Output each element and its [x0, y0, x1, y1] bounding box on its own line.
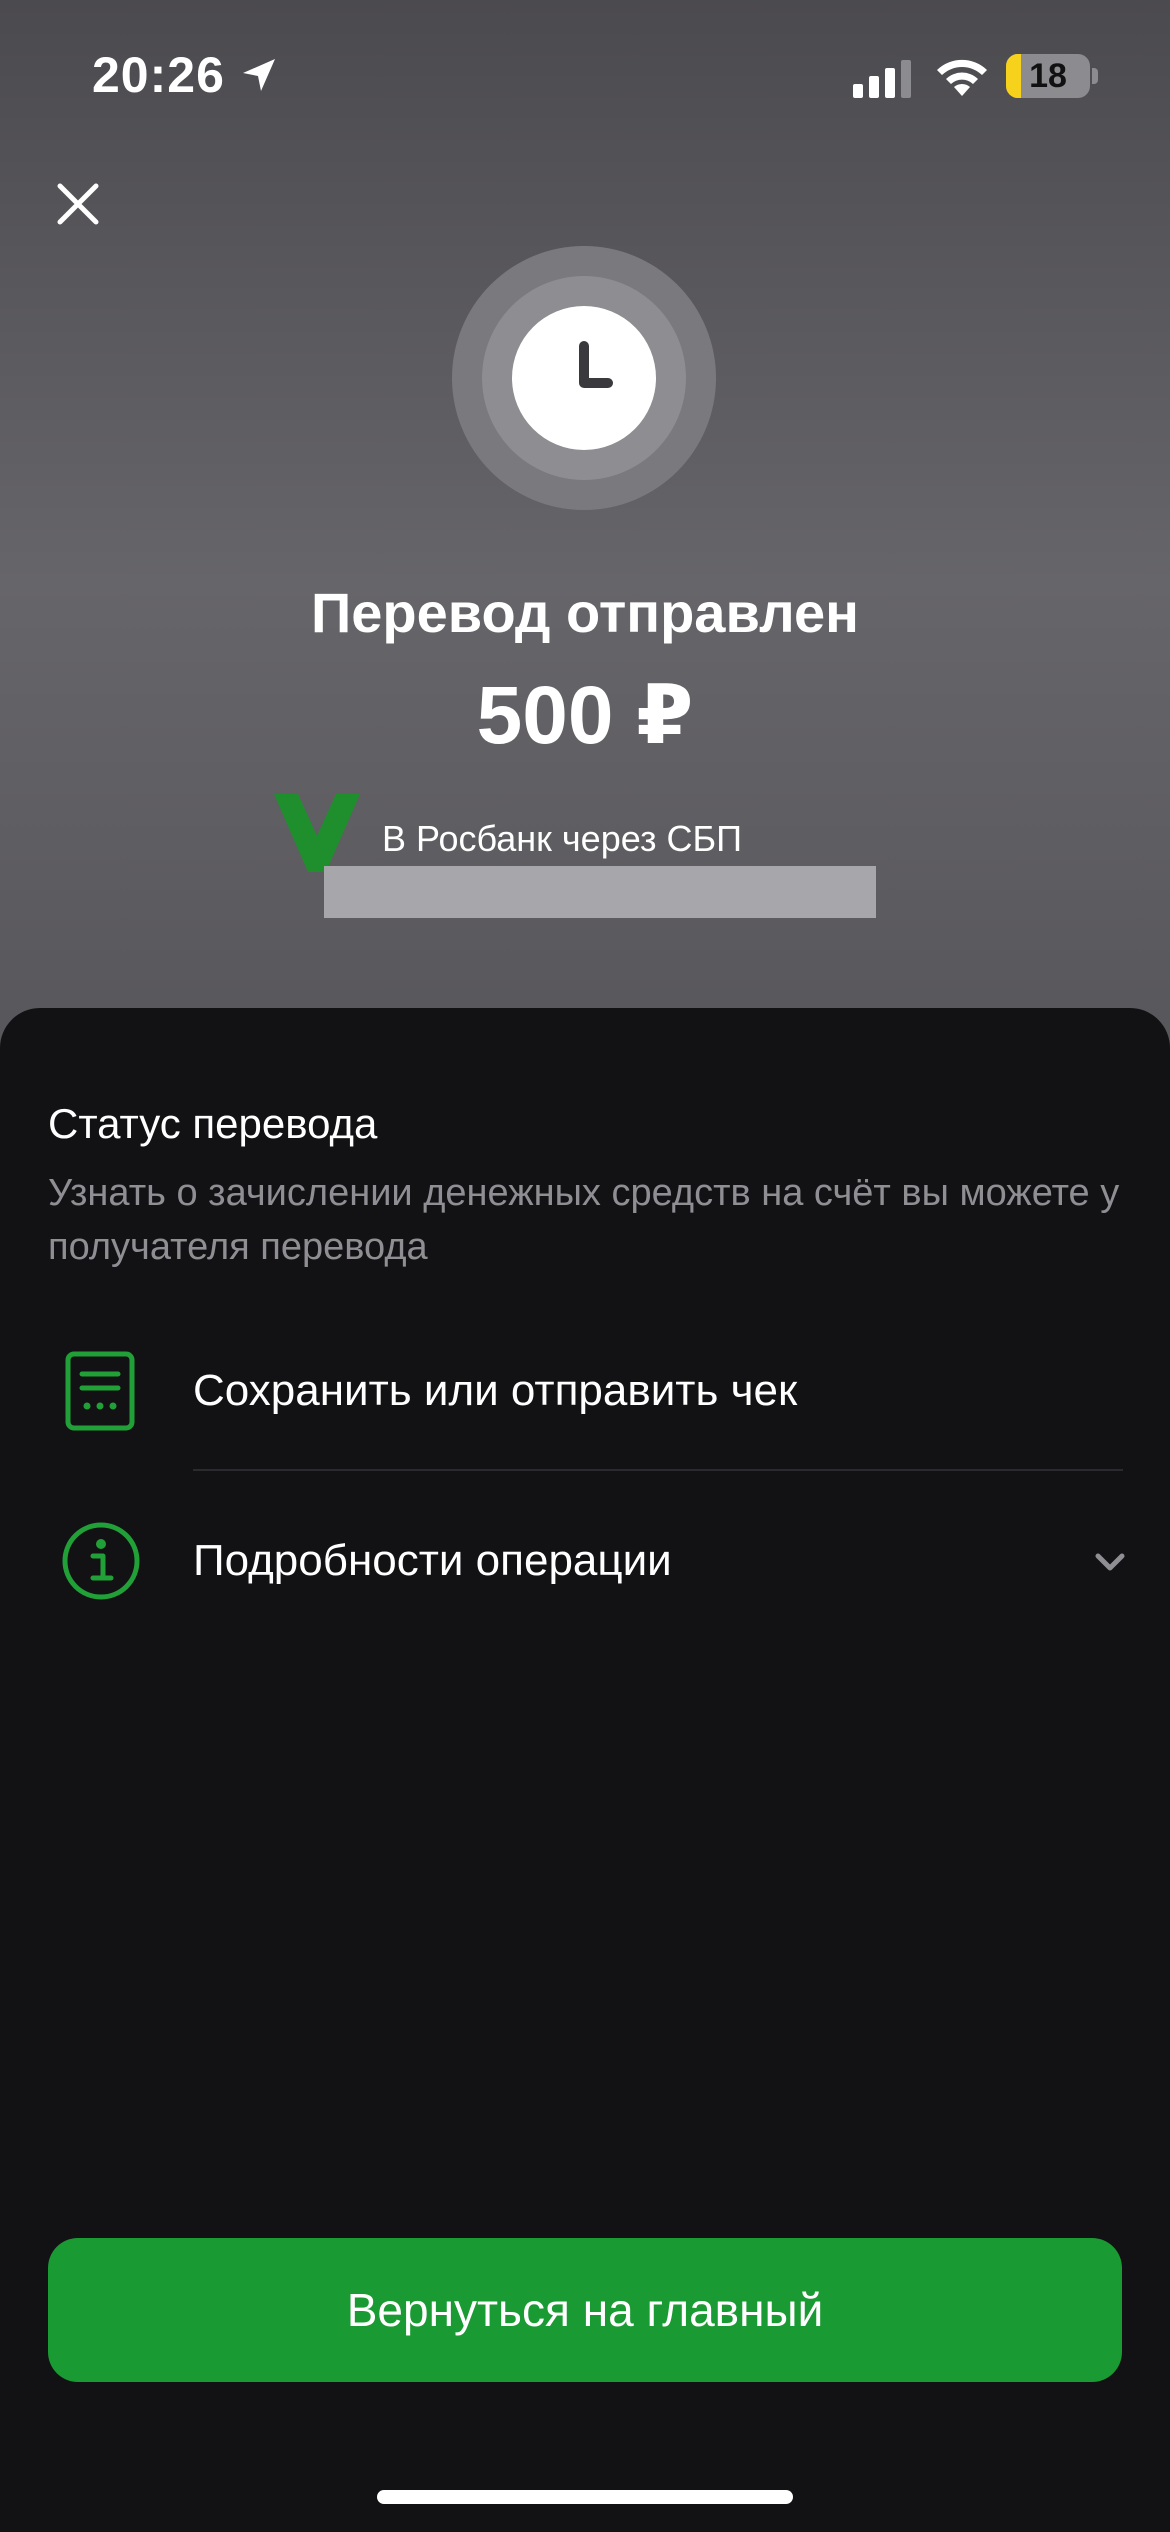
transfer-amount: 500 ₽ [476, 670, 694, 761]
cellular-signal-icon [853, 60, 911, 98]
status-section-title: Статус перевода [48, 1100, 378, 1147]
page-title: Перевод отправлен [311, 581, 859, 644]
row-divider [193, 1469, 1123, 1471]
status-section-description: Узнать о зачислении денежных средств на … [48, 1172, 1120, 1268]
redacted-recipient [324, 866, 876, 918]
status-time: 20:26 [92, 46, 279, 104]
bank-logo-icon [274, 794, 360, 872]
battery-icon: 18 [1006, 54, 1090, 98]
chevron-down-icon[interactable] [1090, 1542, 1130, 1582]
save-receipt-row[interactable]: Сохранить или отправить чек [0, 1316, 1170, 1466]
info-icon [62, 1522, 140, 1600]
clock-icon [512, 306, 656, 450]
wifi-icon [937, 59, 987, 96]
status-bar: 20:26 18 [0, 0, 1170, 150]
location-arrow-icon [242, 59, 275, 91]
battery-level: 18 [1029, 56, 1067, 95]
operation-details-row[interactable]: Подробности операции [0, 1484, 1170, 1634]
home-indicator [377, 2490, 793, 2504]
status-time-text: 20:26 [92, 47, 225, 103]
battery-tip [1092, 68, 1098, 84]
close-icon[interactable] [50, 176, 106, 232]
return-home-button[interactable]: Вернуться на главный [48, 2238, 1122, 2382]
receipt-icon [65, 1351, 135, 1431]
save-receipt-label: Сохранить или отправить чек [193, 1366, 798, 1415]
operation-details-label: Подробности операции [193, 1536, 672, 1585]
bank-route-label: В Росбанк через СБП [382, 818, 742, 859]
